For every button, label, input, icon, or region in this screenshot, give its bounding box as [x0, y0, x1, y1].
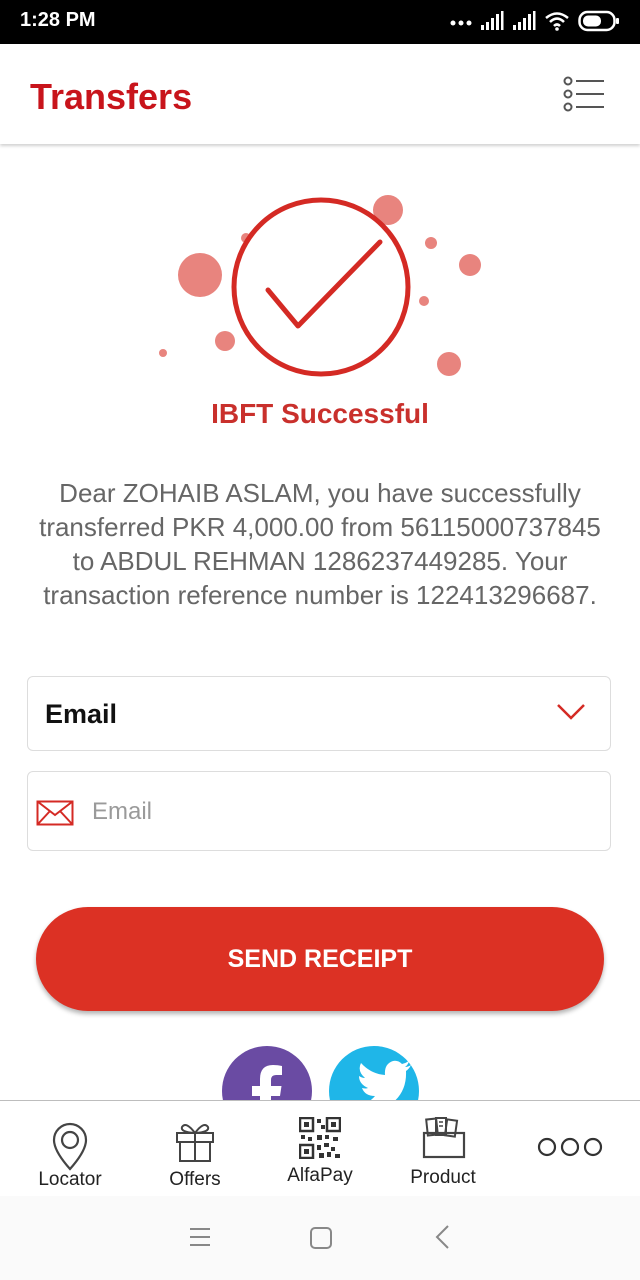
- nav-item-more[interactable]: [520, 1101, 620, 1196]
- nav-label-offers: Offers: [169, 1169, 221, 1190]
- nav-label-locator: Locator: [38, 1169, 102, 1190]
- product-cards-icon: [422, 1117, 466, 1159]
- email-input[interactable]: [90, 790, 594, 834]
- menu-icon[interactable]: [188, 1226, 212, 1248]
- wifi-icon: [544, 11, 570, 36]
- battery-icon: [578, 10, 620, 37]
- status-icons: [450, 10, 620, 37]
- envelope-icon: [36, 800, 74, 831]
- twitter-icon: [359, 1060, 411, 1100]
- system-navigation-bar: [0, 1196, 640, 1280]
- location-pin-icon: [52, 1122, 88, 1171]
- success-title: IBFT Successful: [211, 398, 429, 429]
- success-check-icon: [150, 190, 490, 390]
- send-receipt-button[interactable]: SEND RECEIPT: [36, 907, 604, 1011]
- nav-label-product: Product: [410, 1167, 476, 1188]
- delivery-method-select[interactable]: Email: [27, 676, 611, 751]
- signal-icon: [480, 10, 504, 36]
- nav-item-locator[interactable]: Locator: [20, 1101, 120, 1196]
- qr-code-icon: [299, 1117, 341, 1159]
- status-time: 1:28 PM: [20, 9, 96, 31]
- delivery-method-value: Email: [45, 699, 118, 729]
- chevron-down-icon: [556, 703, 586, 726]
- bottom-navigation: Locator Offers AlfaPay Product: [0, 1100, 640, 1197]
- dots-icon: [450, 14, 472, 32]
- facebook-icon: [252, 1065, 282, 1100]
- email-field-container: [27, 771, 611, 851]
- nav-item-offers[interactable]: Offers: [145, 1101, 245, 1196]
- transaction-message: Dear ZOHAIB ASLAM, you have successfully…: [39, 478, 601, 610]
- signal-icon: [512, 10, 536, 36]
- facebook-share-button[interactable]: [222, 1046, 312, 1100]
- app-header: Transfers: [0, 44, 640, 144]
- nav-label-alfapay: AlfaPay: [287, 1165, 353, 1186]
- more-icon: [537, 1137, 603, 1157]
- page-title: Transfers: [30, 76, 193, 117]
- gift-icon: [176, 1124, 214, 1162]
- list-menu-icon[interactable]: [560, 74, 610, 114]
- status-bar: 1:28 PM: [0, 0, 640, 44]
- twitter-share-button[interactable]: [329, 1046, 419, 1100]
- nav-item-product[interactable]: Product: [393, 1101, 493, 1196]
- nav-item-alfapay[interactable]: AlfaPay: [270, 1101, 370, 1196]
- back-icon[interactable]: [434, 1224, 452, 1250]
- home-icon[interactable]: [309, 1226, 333, 1250]
